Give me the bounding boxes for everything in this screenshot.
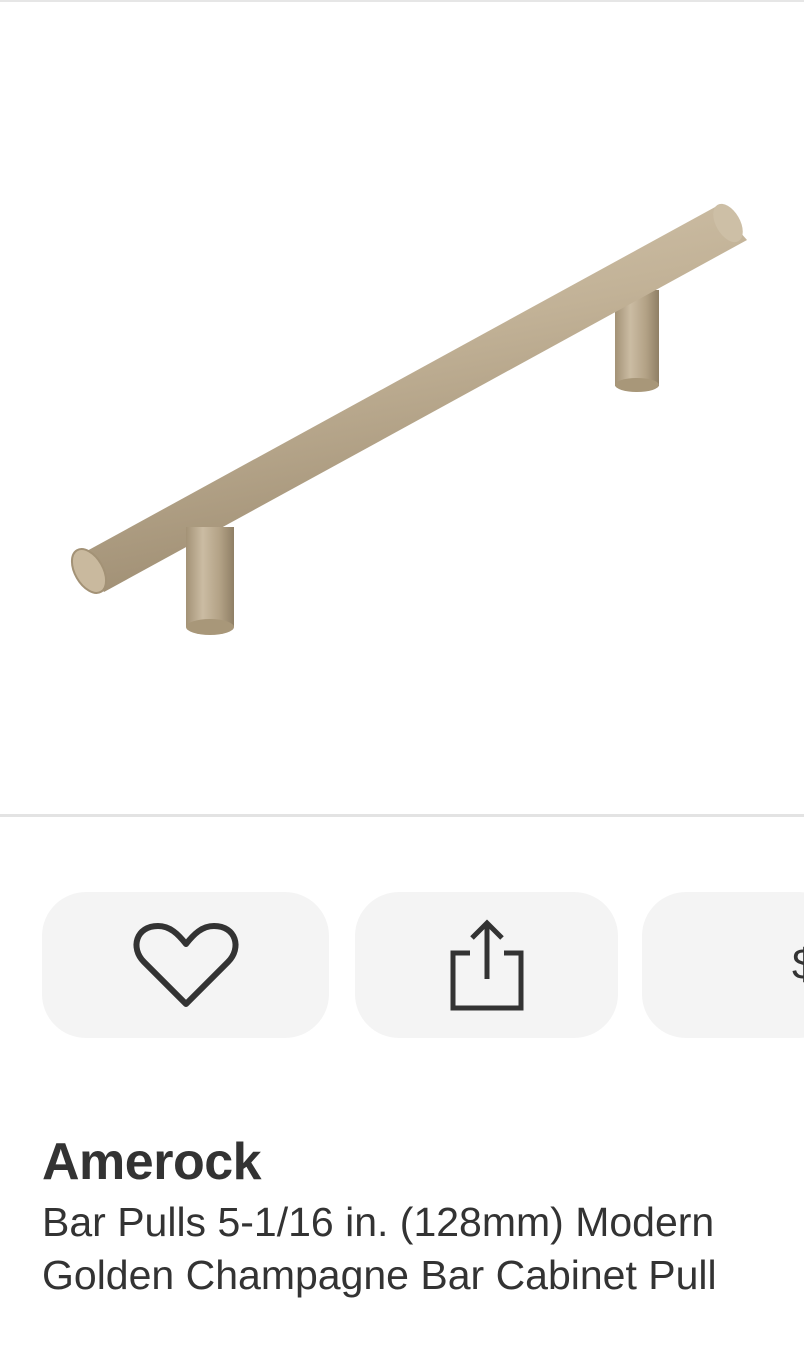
image-divider <box>0 814 804 817</box>
pull-bar <box>70 203 747 594</box>
heart-icon <box>133 923 238 1007</box>
favorite-button[interactable] <box>42 892 329 1038</box>
product-page: $ Amerock Bar Pulls 5-1/16 in. (128mm) M… <box>0 0 804 1362</box>
partial-glyph-icon: $ <box>792 940 804 990</box>
product-title: Bar Pulls 5-1/16 in. (128mm) Modern Gold… <box>42 1199 717 1298</box>
product-info: Amerock Bar Pulls 5-1/16 in. (128mm) Mod… <box>42 1130 782 1302</box>
brand-name[interactable]: Amerock <box>42 1130 782 1194</box>
left-post <box>186 527 234 635</box>
more-button[interactable]: $ <box>642 892 804 1038</box>
share-icon <box>450 919 523 1011</box>
action-row: $ <box>0 892 804 1038</box>
share-button[interactable] <box>355 892 618 1038</box>
product-image[interactable] <box>0 2 804 814</box>
cabinet-pull-illustration <box>70 203 747 635</box>
